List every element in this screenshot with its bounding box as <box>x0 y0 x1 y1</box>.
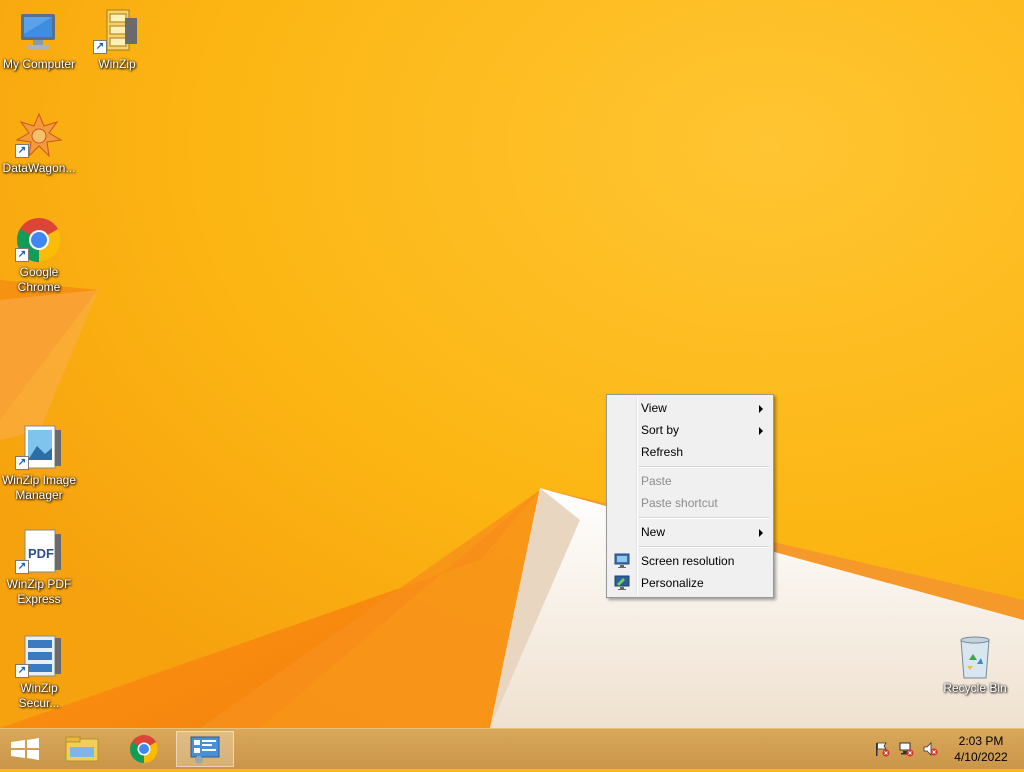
menu-item-personalize[interactable]: Personalize <box>609 572 771 594</box>
winzip-secure-desktop-icon[interactable]: ↗ WinZip Secur... <box>0 632 78 711</box>
winzip-desktop-icon[interactable]: ↗ WinZip <box>78 8 156 72</box>
icon-label: Recycle Bin <box>943 681 1007 695</box>
menu-item-label: New <box>641 525 666 539</box>
recycle-bin-desktop-icon[interactable]: Recycle Bin <box>936 632 1014 696</box>
menu-item-label: Sort by <box>641 423 680 437</box>
google-chrome-desktop-icon[interactable]: ↗ Google Chrome <box>0 216 78 295</box>
winzip-image-manager-desktop-icon[interactable]: ↗ WinZip Image Manager <box>0 424 78 503</box>
recycle-bin-icon <box>951 632 999 680</box>
menu-item-paste: Paste <box>609 470 771 492</box>
menu-item-label: Personalize <box>641 576 704 590</box>
control-panel-icon <box>190 736 220 764</box>
menu-item-label: Screen resolution <box>641 554 735 568</box>
shortcut-arrow-icon: ↗ <box>15 560 29 574</box>
monitor-icon <box>614 553 630 568</box>
datawagon-desktop-icon[interactable]: ↗ DataWagon... <box>0 112 78 176</box>
computer-icon <box>15 8 63 56</box>
chrome-icon <box>130 735 158 763</box>
taskbar-chrome[interactable] <box>116 731 172 767</box>
pdf-icon: PDF ↗ <box>15 528 63 576</box>
menu-item-new[interactable]: New <box>609 521 771 543</box>
shortcut-arrow-icon: ↗ <box>15 456 29 470</box>
menu-separator <box>639 517 769 519</box>
submenu-arrow-icon <box>759 405 763 413</box>
desktop-context-menu: View Sort by Refresh Paste Paste shortcu… <box>606 394 774 598</box>
action-center-flag-icon[interactable] <box>874 741 890 757</box>
icon-label: WinZip PDF Express <box>6 577 72 606</box>
icon-label: WinZip <box>98 57 136 71</box>
menu-item-view[interactable]: View <box>609 397 771 419</box>
network-icon[interactable] <box>898 741 914 757</box>
menu-item-screen-resolution[interactable]: Screen resolution <box>609 550 771 572</box>
winzip-secure-icon: ↗ <box>15 632 63 680</box>
taskbar-file-explorer[interactable] <box>56 731 112 767</box>
my-computer-desktop-icon[interactable]: My Computer <box>0 8 78 72</box>
taskbar-clock[interactable]: 2:03 PM 4/10/2022 <box>944 733 1018 765</box>
taskbar-control-panel[interactable] <box>176 731 234 767</box>
menu-item-sort-by[interactable]: Sort by <box>609 419 771 441</box>
menu-item-refresh[interactable]: Refresh <box>609 441 771 463</box>
winzip-cabinet-icon: ↗ <box>93 8 141 56</box>
windows-start-icon <box>11 738 39 760</box>
menu-item-paste-shortcut: Paste shortcut <box>609 492 771 514</box>
shortcut-arrow-icon: ↗ <box>15 144 29 158</box>
taskbar: 2:03 PM 4/10/2022 <box>0 728 1024 769</box>
svg-text:PDF: PDF <box>28 546 54 561</box>
icon-label: Google Chrome <box>17 265 61 294</box>
icon-label: WinZip Secur... <box>18 681 60 710</box>
menu-item-label: Paste <box>641 474 672 488</box>
chrome-icon: ↗ <box>15 216 63 264</box>
clock-time: 2:03 PM <box>958 734 1004 748</box>
menu-item-label: Paste shortcut <box>641 496 718 510</box>
volume-muted-icon[interactable] <box>922 741 938 757</box>
menu-separator <box>639 466 769 468</box>
start-button[interactable] <box>0 731 56 767</box>
icon-label: WinZip Image Manager <box>1 473 77 502</box>
shortcut-arrow-icon: ↗ <box>15 664 29 678</box>
icon-label: DataWagon... <box>2 161 76 175</box>
submenu-arrow-icon <box>759 427 763 435</box>
menu-item-label: View <box>641 401 667 415</box>
submenu-arrow-icon <box>759 529 763 537</box>
menu-separator <box>639 546 769 548</box>
datawagon-star-icon: ↗ <box>15 112 63 160</box>
shortcut-arrow-icon: ↗ <box>15 248 29 262</box>
winzip-pdf-express-desktop-icon[interactable]: PDF ↗ WinZip PDF Express <box>0 528 78 607</box>
wallpaper <box>0 0 1024 728</box>
image-manager-icon: ↗ <box>15 424 63 472</box>
desktop[interactable]: My Computer ↗ WinZip ↗ DataWagon... ↗ Go… <box>0 0 1024 728</box>
file-explorer-icon <box>65 736 99 762</box>
personalize-icon <box>614 575 630 590</box>
menu-item-label: Refresh <box>641 445 684 459</box>
icon-label: My Computer <box>2 57 76 71</box>
shortcut-arrow-icon: ↗ <box>93 40 107 54</box>
clock-date: 4/10/2022 <box>954 750 1008 764</box>
